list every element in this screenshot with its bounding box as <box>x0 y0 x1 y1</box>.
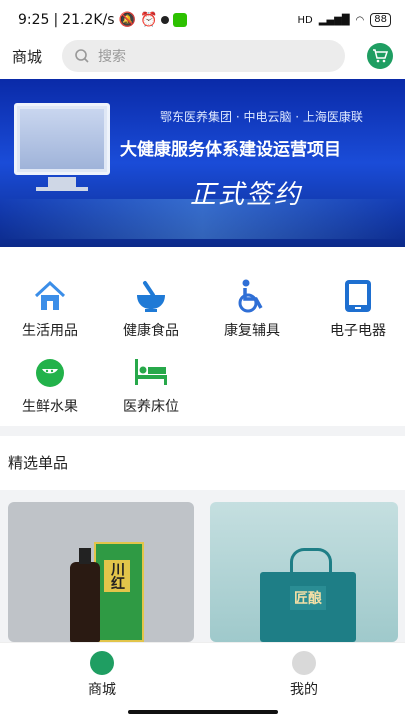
tab-mine[interactable]: 我的 <box>254 651 354 699</box>
banner-slogan: 正式签约 <box>190 180 303 210</box>
page-title: 商城 <box>12 47 43 66</box>
category-label: 医养床位 <box>123 399 179 415</box>
house-icon <box>34 280 66 310</box>
header: 商城 搜索 <box>0 40 405 72</box>
tab-label: 商城 <box>88 682 116 698</box>
category-label: 生活用品 <box>22 323 78 339</box>
tab-bar: 商城 我的 <box>0 642 405 700</box>
promo-banner[interactable]: 鄂东医养集团 · 中电云脑 · 上海医康联 大健康服务体系建设运营项目 正式签约 <box>0 79 405 247</box>
search-icon <box>75 49 89 63</box>
home-indicator[interactable] <box>128 710 278 714</box>
monitor-image <box>14 103 110 175</box>
product-card[interactable]: 川红 <box>8 502 194 642</box>
category-living-goods[interactable]: 生活用品 <box>0 278 100 340</box>
category-electronics[interactable]: 电子电器 <box>308 278 405 340</box>
product-card[interactable]: 匠酿 <box>210 502 398 642</box>
section-title: 精选单品 <box>8 454 69 472</box>
network-type: HD <box>297 14 313 26</box>
search-placeholder: 搜索 <box>98 49 127 65</box>
network-speed: 21.2K/s <box>62 12 115 28</box>
battery-icon: 88 <box>370 13 391 27</box>
user-icon <box>292 651 316 675</box>
category-label: 健康食品 <box>123 323 179 339</box>
product-label: 匠酿 <box>290 586 326 610</box>
product-image <box>94 542 144 642</box>
notification-dot-icon <box>161 16 170 24</box>
wifi-icon: ◠ <box>355 14 365 26</box>
mortar-bowl-icon <box>137 281 165 312</box>
status-time: 9:25 <box>18 12 50 28</box>
banner-title: 大健康服务体系建设运营项目 <box>120 140 341 160</box>
banner-subtitle: 鄂东医养集团 · 中电云脑 · 上海医康联 <box>160 110 363 124</box>
product-list: 川红 匠酿 <box>0 490 405 642</box>
melon-icon <box>36 359 64 387</box>
tablet-icon <box>345 280 371 312</box>
category-label: 电子电器 <box>330 323 386 339</box>
wheelchair-icon <box>238 279 263 313</box>
search-input[interactable]: 搜索 <box>62 40 345 72</box>
bed-icon <box>135 359 167 385</box>
category-health-food[interactable]: 健康食品 <box>101 278 201 340</box>
signal-icon: ▂▄▆█ <box>318 14 350 26</box>
category-label: 生鲜水果 <box>22 399 78 415</box>
cart-button[interactable] <box>367 43 393 69</box>
category-fresh-fruit[interactable]: 生鲜水果 <box>0 354 100 416</box>
category-care-beds[interactable]: 医养床位 <box>101 354 201 416</box>
category-label: 康复辅具 <box>224 323 280 339</box>
category-rehab-aids[interactable]: 康复辅具 <box>202 278 302 340</box>
status-bar: 9:25 | 21.2K/s 🔕 ⏰ HD ▂▄▆█ ◠ 88 <box>0 0 405 40</box>
wechat-icon <box>173 13 188 27</box>
alarm-icon: ⏰ <box>139 12 158 28</box>
tab-label: 我的 <box>290 682 318 698</box>
tab-mall[interactable]: 商城 <box>52 651 152 699</box>
mute-icon: 🔕 <box>118 12 136 28</box>
section-divider <box>0 426 405 436</box>
product-label: 川红 <box>104 560 130 592</box>
shop-icon <box>90 651 114 675</box>
cart-icon <box>373 49 388 63</box>
